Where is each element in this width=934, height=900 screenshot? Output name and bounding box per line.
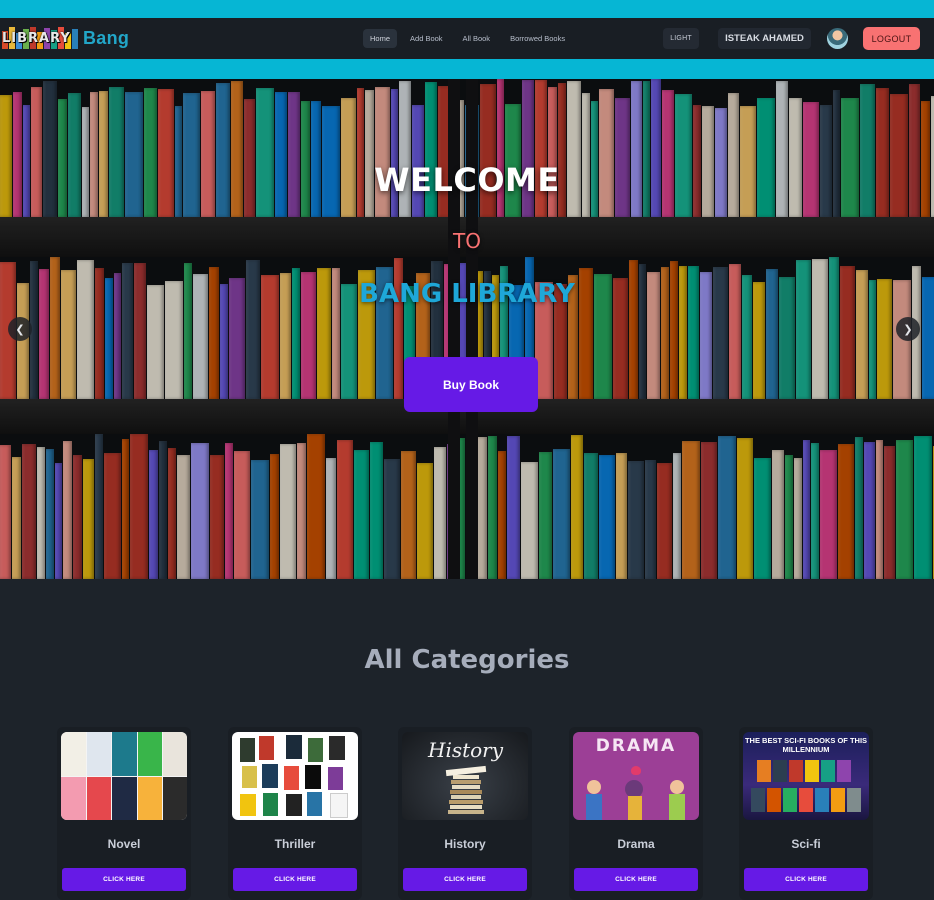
- avatar[interactable]: [827, 28, 848, 49]
- category-name: Drama: [617, 837, 655, 851]
- click-here-button[interactable]: CLICK HERE: [744, 868, 868, 891]
- cyan-band: [0, 59, 934, 79]
- category-card-history: History History CLICK HERE: [398, 727, 532, 900]
- nav-borrowed-books[interactable]: Borrowed Books: [503, 29, 572, 48]
- hero-library-name: BANG LIBRARY: [359, 279, 575, 309]
- carousel-prev-icon[interactable]: ❮: [8, 317, 32, 341]
- navbar: LIBRARY Bang Home Add Book All Book Borr…: [0, 18, 934, 59]
- nav-links: Home Add Book All Book Borrowed Books: [363, 29, 578, 48]
- history-chalk-text: History: [428, 738, 504, 762]
- category-image-history: History: [402, 732, 528, 820]
- category-name: Thriller: [274, 837, 316, 851]
- click-here-button[interactable]: CLICK HERE: [403, 868, 527, 891]
- user-name: ISTEAK AHAMED: [718, 28, 811, 49]
- logo[interactable]: LIBRARY Bang: [2, 24, 129, 52]
- click-here-button[interactable]: CLICK HERE: [574, 868, 698, 891]
- nav-all-book[interactable]: All Book: [456, 29, 498, 48]
- buy-book-button[interactable]: Buy Book: [404, 357, 538, 412]
- category-image-scifi: THE BEST SCI-FI BOOKS OF THIS MILLENNIUM: [743, 732, 869, 820]
- category-name: Sci-fi: [791, 837, 821, 851]
- category-name: Novel: [107, 837, 141, 851]
- nav-home[interactable]: Home: [363, 29, 398, 48]
- drama-cover-text: DRAMA: [595, 736, 677, 756]
- category-name: History: [444, 837, 486, 851]
- carousel-next-icon[interactable]: ❯: [896, 317, 920, 341]
- hero-welcome: WELCOME: [374, 161, 560, 199]
- category-card-novel: Novel CLICK HERE: [57, 727, 191, 900]
- categories-title: All Categories: [364, 645, 570, 675]
- scifi-cover-text: THE BEST SCI-FI BOOKS OF THIS MILLENNIUM: [744, 736, 868, 754]
- hero-carousel: WELCOME TO BANG LIBRARY Buy Book ❮ ❯: [0, 79, 934, 579]
- category-image-novel: [61, 732, 187, 820]
- nav-add-book[interactable]: Add Book: [403, 29, 450, 48]
- click-here-button[interactable]: CLICK HERE: [62, 868, 186, 891]
- brand-name[interactable]: Bang: [83, 28, 129, 49]
- category-card-drama: DRAMA Drama CLICK HERE: [569, 727, 703, 900]
- category-card-thriller: Thriller CLICK HERE: [228, 727, 362, 900]
- hero-to: TO: [453, 229, 481, 253]
- category-card-scifi: THE BEST SCI-FI BOOKS OF THIS MILLENNIUM…: [739, 727, 873, 900]
- top-accent-strip: [0, 0, 934, 18]
- logout-button[interactable]: LOGOUT: [863, 27, 920, 50]
- hero-overlay: [0, 79, 934, 579]
- category-image-thriller: [232, 732, 358, 820]
- category-image-drama: DRAMA: [573, 732, 699, 820]
- logo-text: LIBRARY: [2, 31, 71, 46]
- click-here-button[interactable]: CLICK HERE: [233, 868, 357, 891]
- logo-books-graphic: LIBRARY: [2, 27, 80, 49]
- theme-toggle-button[interactable]: LIGHT: [663, 28, 699, 49]
